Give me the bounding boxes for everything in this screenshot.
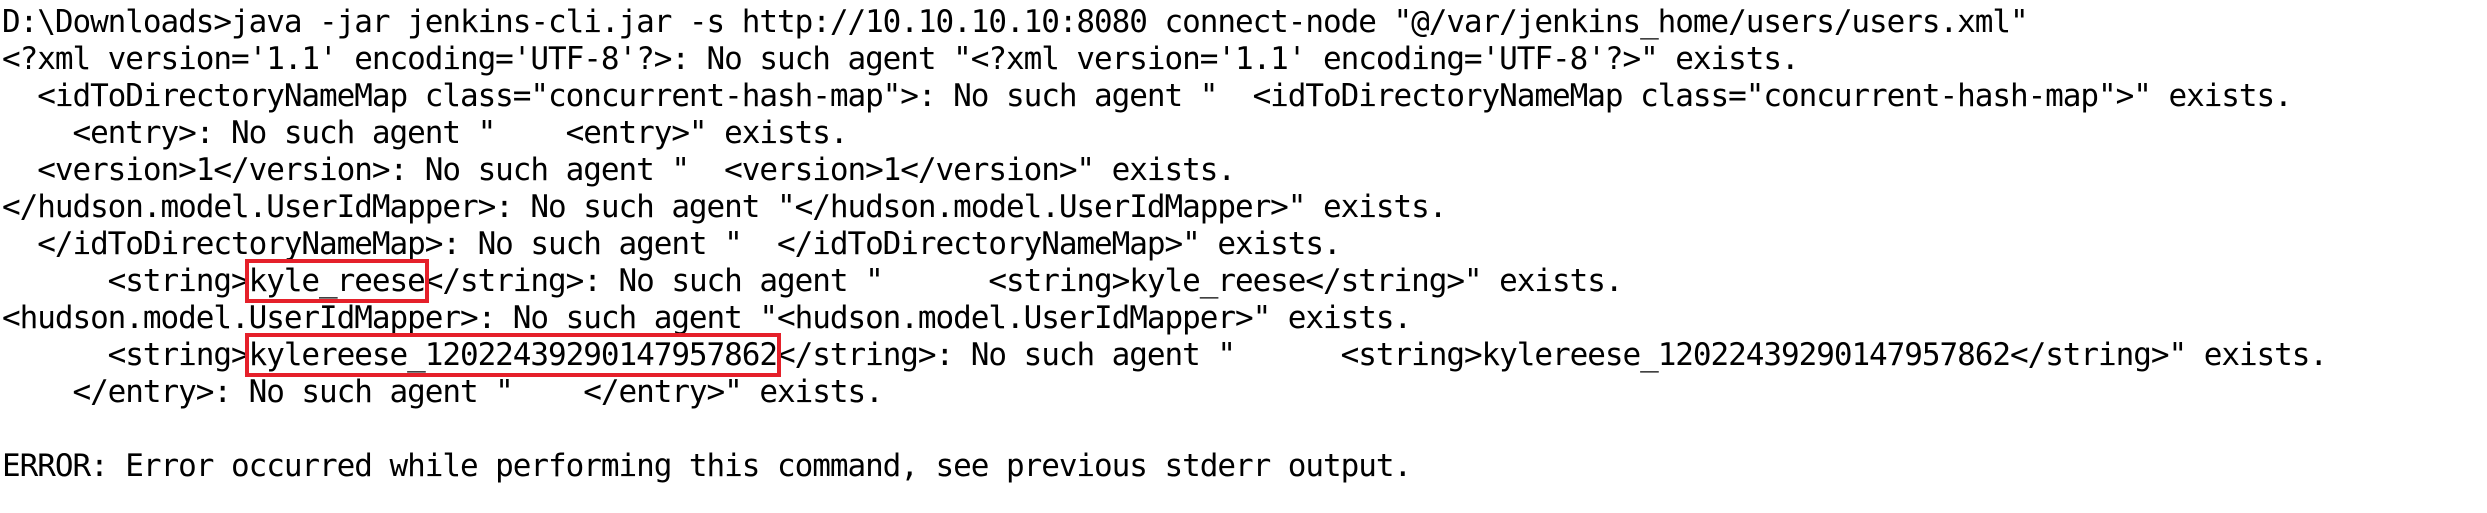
error-line: ERROR: Error occurred while performing t… — [2, 448, 1412, 484]
output-line: </entry>: No such agent " </entry>" exis… — [2, 374, 883, 410]
terminal-window[interactable]: D:\Downloads>java -jar jenkins-cli.jar -… — [0, 0, 2487, 513]
output-line: <entry>: No such agent " <entry>" exists… — [2, 115, 848, 151]
highlighted-directory-name: kylereese_12022439290147957862 — [244, 333, 782, 377]
line-suffix: </string>: No such agent " <string>kyle_… — [424, 263, 1624, 299]
highlighted-username: kyle_reese — [244, 259, 429, 303]
command-line: D:\Downloads>java -jar jenkins-cli.jar -… — [2, 4, 2029, 40]
output-line: <hudson.model.UserIdMapper>: No such age… — [2, 300, 1412, 336]
line-prefix: <string> — [2, 263, 250, 299]
output-line-username: <string>kyle_reese</string>: No such age… — [2, 259, 1624, 303]
output-line: </hudson.model.UserIdMapper>: No such ag… — [2, 189, 1447, 225]
output-line: <?xml version='1.1' encoding='UTF-8'?>: … — [2, 41, 1800, 77]
line-prefix: <string> — [2, 337, 250, 373]
line-suffix: </string>: No such agent " <string>kyler… — [777, 337, 2328, 373]
output-line: </idToDirectoryNameMap>: No such agent "… — [2, 226, 1341, 262]
output-line: <idToDirectoryNameMap class="concurrent-… — [2, 78, 2293, 114]
output-line-directory: <string>kylereese_12022439290147957862</… — [2, 333, 2328, 377]
output-line: <version>1</version>: No such agent " <v… — [2, 152, 1236, 188]
